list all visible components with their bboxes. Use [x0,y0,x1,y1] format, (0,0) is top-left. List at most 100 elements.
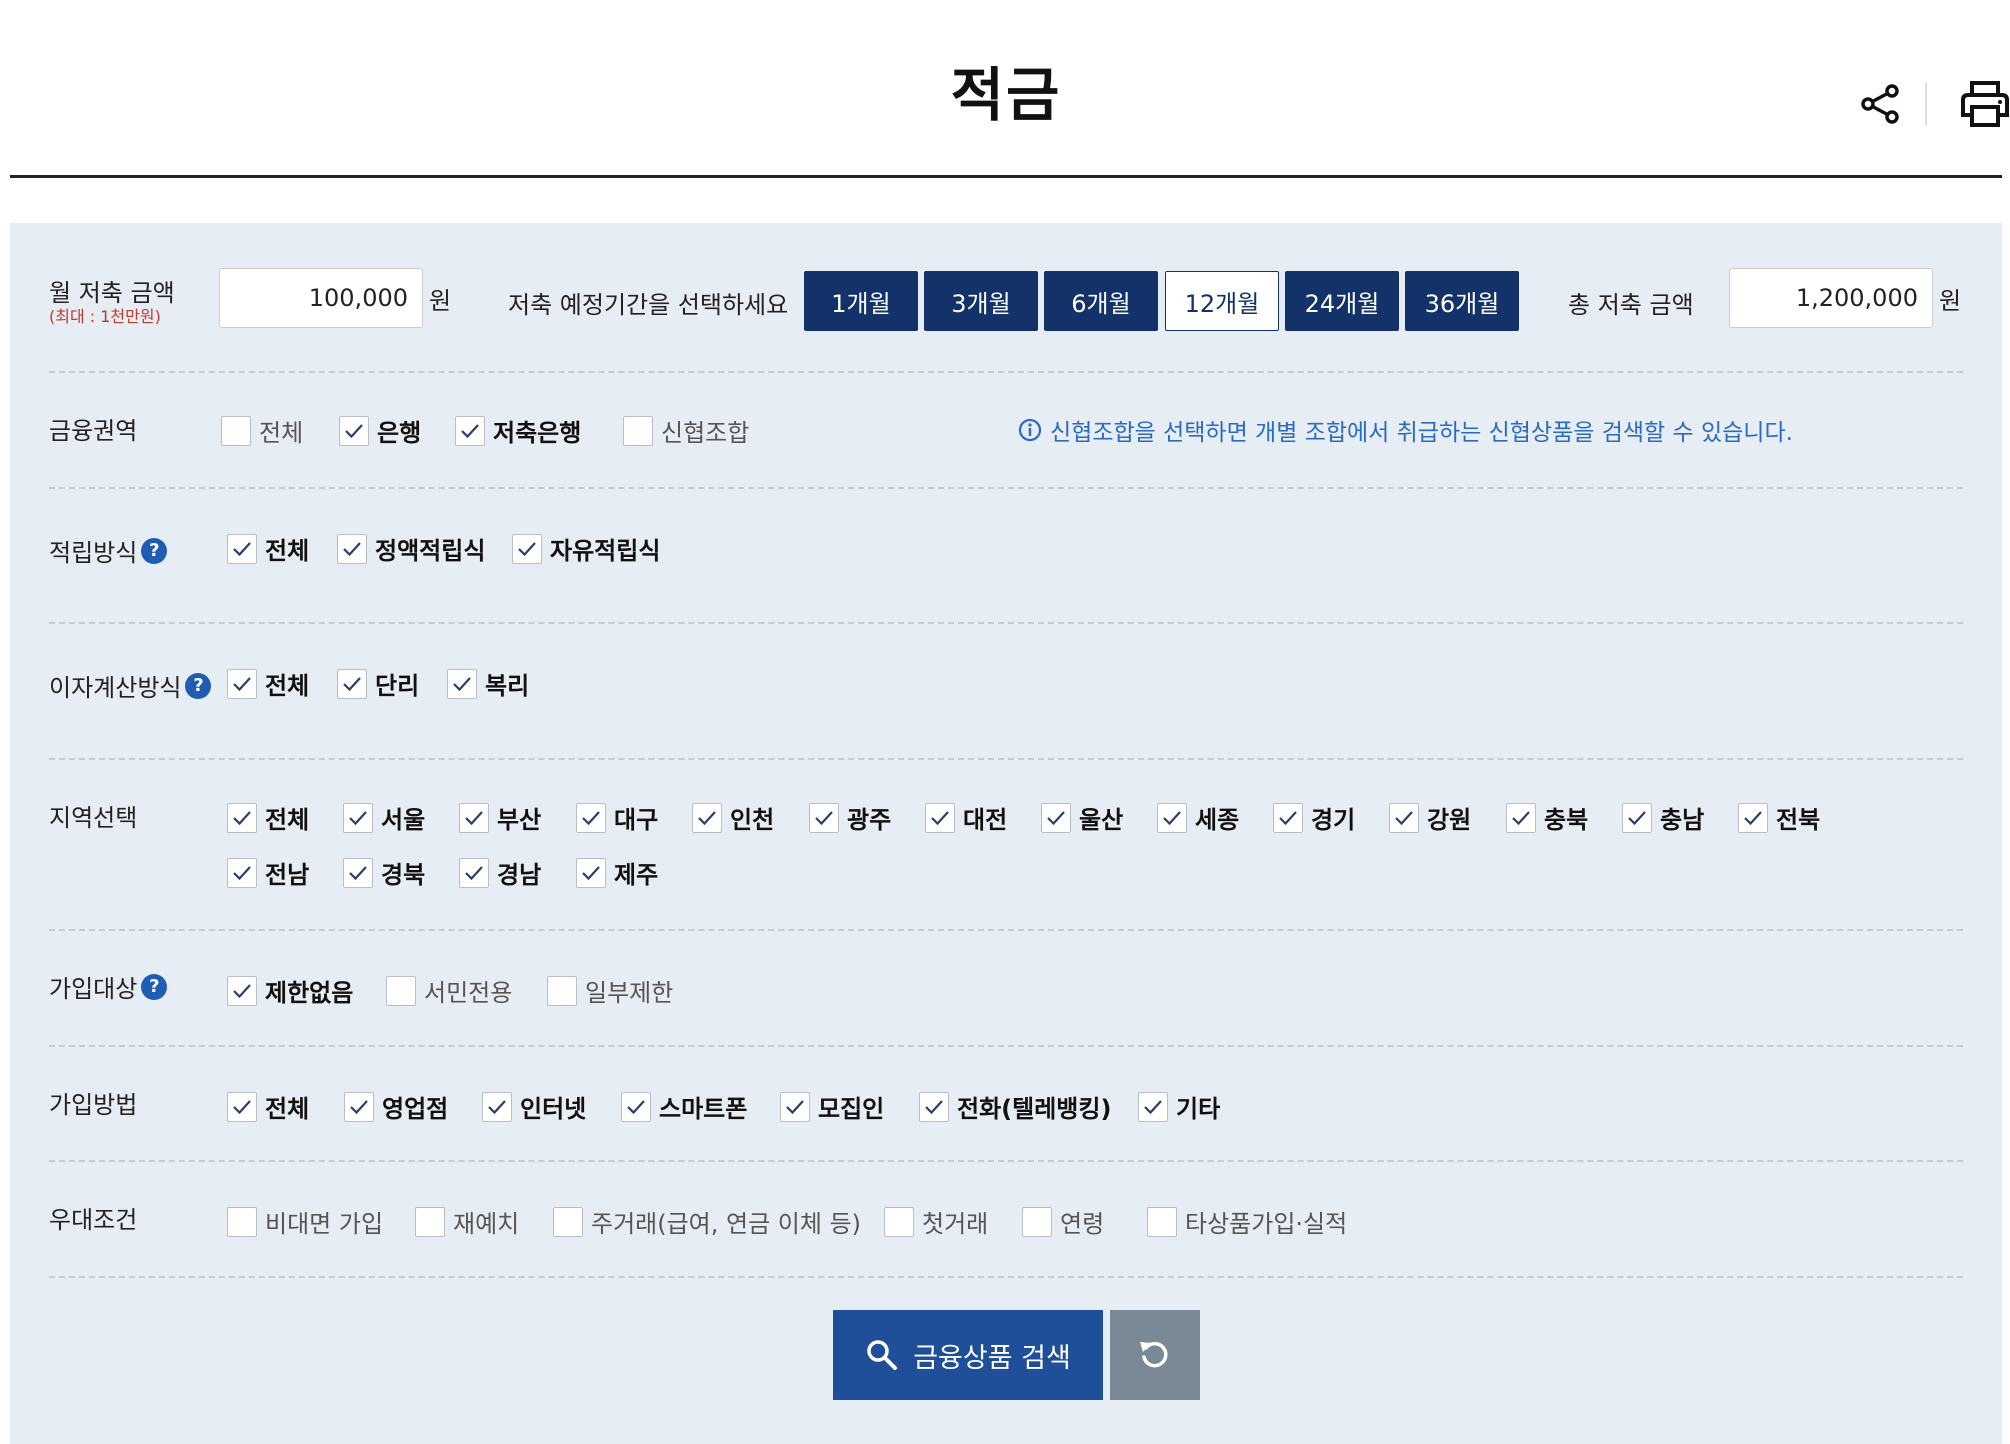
print-button[interactable] [1955,74,2010,134]
checkbox-label: 복리 [485,672,530,700]
checkbox-region-8[interactable]: 세종 [1157,800,1239,835]
checkbox-pref-first-deal[interactable]: 첫거래 [884,1204,988,1239]
search-filter-panel: 월 저축 금액 (최대 : 1천만원) 원 저축 예정기간을 선택하세요 1개월… [10,223,2002,1444]
checkbox-interest-all[interactable]: 전체 [227,666,309,701]
checkbox-box [227,975,257,1006]
total-amount-unit: 원 [1939,287,1962,315]
help-icon[interactable]: ? [185,672,212,699]
checkbox-box [482,1091,512,1122]
checkbox-join-internet[interactable]: 인터넷 [482,1089,586,1124]
check-icon [465,865,483,880]
checkbox-region-16[interactable]: 경남 [459,855,541,890]
checkbox-interest-compound[interactable]: 복리 [447,666,529,701]
checkbox-pref-age[interactable]: 연령 [1022,1204,1104,1239]
help-icon[interactable]: ? [141,973,168,1000]
checkbox-sector-all[interactable]: 전체 [221,413,303,448]
checkbox-saving-fixed[interactable]: 정액적립식 [337,531,485,566]
checkbox-join-telebanking[interactable]: 전화(텔레뱅킹) [919,1089,1111,1124]
checkbox-region-13[interactable]: 전북 [1738,800,1820,835]
checkbox-region-9[interactable]: 경기 [1273,800,1355,835]
interest-method-label-text: 이자계산방식 [49,674,182,702]
checkbox-region-2[interactable]: 부산 [459,800,541,835]
checkbox-sector-savings-bank[interactable]: 저축은행 [455,413,581,448]
search-products-button[interactable]: 금융상품 검색 [833,1310,1103,1400]
checkbox-pref-untact[interactable]: 비대면 가입 [227,1204,383,1239]
checkbox-label: 일부제한 [585,979,674,1007]
checkbox-interest-simple[interactable]: 단리 [337,666,419,701]
monthly-amount-unit: 원 [429,287,452,315]
checkbox-saving-free[interactable]: 자유적립식 [512,531,660,566]
checkbox-sector-bank[interactable]: 은행 [339,413,421,448]
checkbox-region-15[interactable]: 경북 [343,855,425,890]
share-button[interactable] [1850,74,1910,134]
checkbox-label: 대구 [614,806,659,834]
checkbox-box [1622,802,1652,833]
credit-union-info-note: 신협조합을 선택하면 개별 조합에서 취급하는 신협상품을 검색할 수 있습니다… [1018,413,1793,447]
checkbox-box [1041,802,1071,833]
checkbox-join-other[interactable]: 기타 [1138,1089,1220,1124]
checkbox-region-14[interactable]: 전남 [227,855,309,890]
checkbox-region-1[interactable]: 서울 [343,800,425,835]
checkbox-region-3[interactable]: 대구 [576,800,658,835]
checkbox-join-agent[interactable]: 모집인 [780,1089,884,1124]
checkbox-box [343,802,373,833]
toolbar-divider [1925,82,1927,126]
checkbox-saving-all[interactable]: 전체 [227,531,309,566]
share-icon [1861,84,1899,124]
period-24-months-button[interactable]: 24개월 [1285,271,1399,331]
checkbox-pref-other-products[interactable]: 타상품가입·실적 [1147,1204,1347,1239]
period-36-months-button[interactable]: 36개월 [1405,271,1519,331]
checkbox-label: 은행 [377,419,422,447]
checkbox-box [227,1091,257,1122]
checkbox-label: 전체 [265,1095,310,1123]
checkbox-eligibility-partial[interactable]: 일부제한 [547,973,673,1008]
check-icon [233,541,251,556]
info-note-text: 신협조합을 선택하면 개별 조합에서 취급하는 신협상품을 검색할 수 있습니다… [1050,420,1793,446]
checkbox-join-smartphone[interactable]: 스마트폰 [621,1089,747,1124]
checkbox-join-branch[interactable]: 영업점 [344,1089,448,1124]
checkbox-region-5[interactable]: 광주 [809,800,891,835]
checkbox-region-12[interactable]: 충남 [1622,800,1704,835]
checkbox-box [1389,802,1419,833]
checkbox-label: 전화(텔레뱅킹) [957,1095,1112,1123]
checkbox-pref-redeposit[interactable]: 재예치 [415,1204,519,1239]
checkbox-label: 부산 [497,806,542,834]
checkbox-region-0[interactable]: 전체 [227,800,309,835]
checkbox-label: 울산 [1079,806,1124,834]
check-icon [453,676,471,691]
checkbox-sector-credit-union[interactable]: 신협조합 [623,413,749,448]
monthly-amount-input[interactable] [219,268,423,328]
checkbox-box [227,802,257,833]
checkbox-join-all[interactable]: 전체 [227,1089,309,1124]
check-icon [1279,810,1297,825]
checkbox-eligibility-none[interactable]: 제한없음 [227,973,353,1008]
interest-method-label: 이자계산방식 ? [49,668,212,703]
help-icon[interactable]: ? [141,537,168,564]
checkbox-label: 서울 [381,806,426,834]
checkbox-label: 주거래(급여, 연금 이체 등) [591,1210,862,1238]
checkbox-region-6[interactable]: 대전 [925,800,1007,835]
check-icon [627,1099,645,1114]
checkbox-region-4[interactable]: 인천 [692,800,774,835]
checkbox-pref-main-bank[interactable]: 주거래(급여, 연금 이체 등) [553,1204,861,1239]
finance-sector-label: 금융권역 [49,417,138,445]
total-amount-input[interactable] [1729,268,1933,328]
preferential-label: 우대조건 [49,1206,138,1234]
checkbox-label: 재예치 [453,1210,520,1238]
checkbox-region-11[interactable]: 충북 [1506,800,1588,835]
page-header: 적금 [10,0,2009,178]
period-3-months-button[interactable]: 3개월 [924,271,1038,331]
check-icon [1163,810,1181,825]
check-icon [815,810,833,825]
period-1-month-button[interactable]: 1개월 [804,271,918,331]
period-6-months-button[interactable]: 6개월 [1044,271,1158,331]
reset-button[interactable] [1110,1310,1200,1400]
checkbox-label: 제한없음 [265,979,354,1007]
checkbox-region-7[interactable]: 울산 [1041,800,1123,835]
checkbox-region-17[interactable]: 제주 [576,855,658,890]
period-12-months-button[interactable]: 12개월 [1165,271,1279,331]
checkbox-box [459,857,489,888]
page-title: 적금 [950,61,1062,129]
checkbox-eligibility-low-income[interactable]: 서민전용 [386,973,512,1008]
checkbox-region-10[interactable]: 강원 [1389,800,1471,835]
